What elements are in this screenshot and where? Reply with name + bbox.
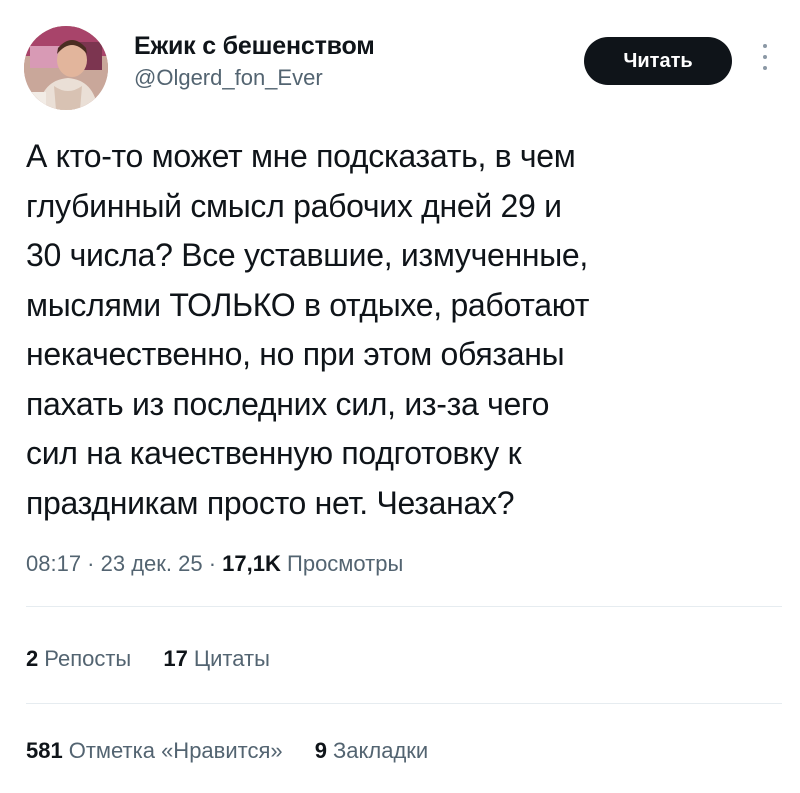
tweet-line: 30 числа? Все уставшие, измученные, <box>26 237 588 273</box>
avatar[interactable] <box>24 26 108 110</box>
tweet-line: сил на качественную подготовку к <box>26 435 522 471</box>
divider <box>26 606 782 607</box>
likes-label: Отметка «Нравится» <box>68 738 283 763</box>
tweet-line: глубинный смысл рабочих дней 29 и <box>26 187 562 224</box>
likes-count: 581 <box>26 738 63 763</box>
bookmarks-label: Закладки <box>333 738 429 763</box>
reposts-link[interactable]: 2 Репосты <box>26 644 131 674</box>
tweet-line: пахать из последних сил, из-за чего <box>26 385 550 422</box>
reposts-count: 2 <box>26 646 39 671</box>
bookmarks-link[interactable]: 9 Закладки <box>315 736 428 766</box>
quotes-count: 17 <box>163 646 188 671</box>
views-count: 17,1K <box>222 551 281 576</box>
quotes-label: Цитаты <box>193 646 270 671</box>
meta-separator: · <box>202 551 223 576</box>
tweet-date[interactable]: 23 дек. 25 <box>101 551 203 576</box>
tweet-line: некачественно, но при этом обязаны <box>26 336 565 372</box>
reposts-label: Репосты <box>44 646 132 671</box>
tweet-line: мыслями ТОЛЬКО в отдыхе, работают <box>26 286 590 323</box>
divider <box>26 703 782 704</box>
quotes-link[interactable]: 17 Цитаты <box>163 644 270 674</box>
tweet-time[interactable]: 08:17 <box>26 551 81 576</box>
author-handle[interactable]: @Olgerd_fon_Ever <box>134 64 374 92</box>
more-vertical-icon[interactable] <box>758 44 772 78</box>
stats-row-shares: 2 Репосты 17 Цитаты <box>26 644 296 674</box>
follow-button[interactable]: Читать <box>584 37 732 85</box>
bookmarks-count: 9 <box>314 738 327 763</box>
author-block: Ежик с бешенством @Olgerd_fon_Ever <box>134 30 375 92</box>
author-display-name[interactable]: Ежик с бешенством <box>134 30 375 62</box>
tweet-text: А кто-то может мне подсказать, в чем глу… <box>26 132 756 528</box>
likes-link[interactable]: 581 Отметка «Нравится» <box>26 736 283 766</box>
stats-row-likes: 581 Отметка «Нравится» 9 Закладки <box>26 736 454 766</box>
avatar-image <box>24 26 108 110</box>
tweet-meta: 08:17 · 23 дек. 25 · 17,1K Просмотры <box>26 549 403 579</box>
views-label: Просмотры <box>287 551 404 576</box>
meta-separator: · <box>81 551 101 576</box>
tweet-line: праздникам просто нет. Чезанах? <box>26 484 515 521</box>
tweet-line: А кто-то может мне подсказать, в чем <box>26 138 576 174</box>
